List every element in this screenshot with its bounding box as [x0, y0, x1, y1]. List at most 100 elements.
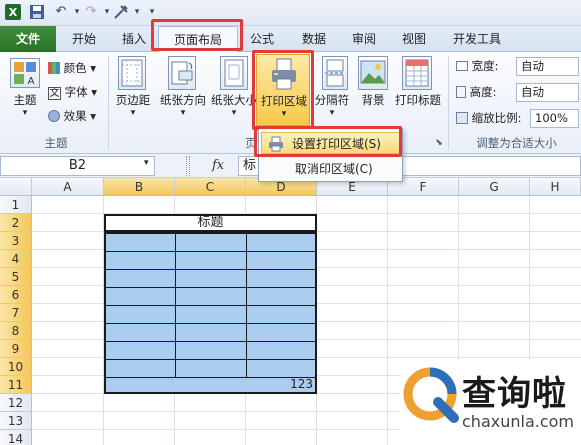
width-select[interactable]: 自动 [516, 57, 579, 76]
print-titles-button[interactable]: 打印标题 [392, 92, 444, 108]
zoom-input[interactable]: 100% [530, 109, 579, 128]
print-titles-icon[interactable] [402, 56, 432, 90]
tab-file[interactable]: 文件 [0, 26, 56, 52]
chevron-down-icon[interactable]: ▾ [208, 108, 260, 118]
tab-insert[interactable]: 插入 [112, 26, 156, 52]
row-header[interactable]: 11 [0, 376, 32, 394]
chevron-down-icon[interactable]: ▾ [112, 108, 154, 118]
chevron-down-icon: ▾ [281, 109, 287, 119]
excel-logo-icon: X [4, 3, 22, 21]
tab-view[interactable]: 视图 [392, 26, 436, 52]
page-size-button[interactable]: 纸张大小 [208, 92, 260, 108]
cell-border [106, 287, 315, 288]
row-header[interactable]: 6 [0, 286, 32, 304]
save-icon[interactable] [28, 3, 46, 21]
tab-home[interactable]: 开始 [62, 26, 106, 52]
breaks-button[interactable]: 分隔符 [310, 92, 354, 108]
theme-effects-button[interactable]: 效果 ▾ [48, 106, 108, 126]
row-header[interactable]: 12 [0, 394, 32, 412]
height-label: 高度: [456, 82, 512, 102]
zoom-label-text: 缩放比例: [471, 111, 522, 125]
title-cell[interactable]: 标题 [104, 214, 317, 232]
themes-button[interactable]: 主题 [6, 92, 44, 108]
value-cell[interactable]: 123 [246, 376, 317, 393]
row-header[interactable]: 2 [0, 214, 32, 232]
cell-border [175, 234, 176, 378]
row-header[interactable]: 13 [0, 412, 32, 430]
tab-formulas[interactable]: 公式 [242, 26, 282, 52]
customize-qat-icon[interactable]: ▾ [143, 3, 161, 21]
cell-border [106, 341, 315, 342]
row-header[interactable]: 10 [0, 358, 32, 376]
row-header[interactable]: 7 [0, 304, 32, 322]
chevron-down-icon[interactable]: ▾ [310, 108, 354, 118]
page-size-icon[interactable] [220, 56, 248, 90]
group-divider [448, 56, 449, 150]
column-header[interactable]: H [530, 178, 581, 196]
column-header[interactable]: B [104, 178, 175, 196]
print-area-button[interactable]: 打印区域 ▾ [256, 54, 310, 126]
quick-access-toolbar: X ↶ ▾ ↷ ▾ ▾ ▾ [0, 0, 581, 26]
width-label-text: 宽度: [471, 59, 499, 73]
theme-colors-button[interactable]: 颜色 ▾ [48, 58, 108, 78]
orientation-button[interactable]: 纸张方向 [156, 92, 210, 108]
themes-icon[interactable]: A [10, 58, 40, 88]
ribbon-tabs: 文件 开始 插入 页面布局 公式 数据 审阅 视图 开发工具 [0, 26, 581, 53]
formula-bar-splitter[interactable] [186, 156, 190, 176]
theme-fonts-button[interactable]: 文 字体 ▾ [48, 82, 108, 102]
margins-icon[interactable] [118, 56, 146, 90]
row-header[interactable]: 9 [0, 340, 32, 358]
tab-page-layout[interactable]: 页面布局 [158, 26, 238, 53]
column-header[interactable]: A [32, 178, 104, 196]
height-icon [456, 86, 466, 98]
scale-group-label: 调整为合适大小 [476, 136, 557, 150]
breaks-icon[interactable] [322, 56, 348, 90]
width-icon [456, 61, 468, 71]
dialog-launcher-icon[interactable]: ⬊ [432, 134, 446, 152]
theme-group-label: 主题 [44, 136, 68, 150]
row-header[interactable]: 1 [0, 196, 32, 214]
clear-print-area-item[interactable]: 取消印区域(C) [261, 158, 400, 180]
background-button[interactable]: 背景 [354, 92, 392, 108]
row-header[interactable]: 5 [0, 268, 32, 286]
tab-data[interactable]: 数据 [292, 26, 336, 52]
print-area-label: 打印区域 [261, 94, 307, 108]
row-header[interactable]: 3 [0, 232, 32, 250]
watermark-logo-icon [403, 367, 459, 423]
zoom-icon [456, 112, 468, 124]
group-divider [108, 56, 109, 150]
row-header[interactable]: 14 [0, 430, 32, 445]
print-area-small-icon [268, 136, 284, 159]
height-label-text: 高度: [469, 85, 497, 99]
tab-developer[interactable]: 开发工具 [444, 26, 510, 52]
watermark-url: chaxunla.com [462, 412, 574, 431]
cell-border [106, 323, 315, 324]
set-print-area-item[interactable]: 设置打印区域(S) [261, 132, 400, 154]
column-header[interactable]: C [175, 178, 246, 196]
chevron-down-icon[interactable]: ▾ [156, 108, 210, 118]
tab-review[interactable]: 审阅 [342, 26, 386, 52]
insert-function-icon[interactable]: fx [212, 158, 224, 173]
zoom-label: 缩放比例: [456, 108, 522, 128]
select-all-corner[interactable] [0, 178, 32, 196]
column-header[interactable]: G [459, 178, 530, 196]
chevron-down-icon[interactable]: ▾ [144, 158, 149, 168]
name-box[interactable]: B2 [0, 156, 155, 176]
watermark-brand: 查询啦 [462, 374, 567, 414]
width-label: 宽度: [456, 56, 512, 76]
cell-border [106, 251, 315, 252]
row-header[interactable]: 4 [0, 250, 32, 268]
cell-border [106, 269, 315, 270]
effects-icon [48, 110, 60, 122]
height-select[interactable]: 自动 [516, 83, 579, 102]
row-header[interactable]: 8 [0, 322, 32, 340]
selected-range[interactable] [104, 232, 317, 394]
background-icon[interactable] [358, 56, 388, 90]
theme-fonts-label: 字体 [64, 85, 88, 99]
print-area-icon [269, 57, 299, 91]
cell-border [106, 305, 315, 306]
margins-button[interactable]: 页边距 [112, 92, 154, 108]
orientation-icon[interactable] [168, 56, 196, 90]
chevron-down-icon[interactable]: ▾ [6, 108, 44, 118]
theme-colors-label: 颜色 [63, 61, 87, 75]
